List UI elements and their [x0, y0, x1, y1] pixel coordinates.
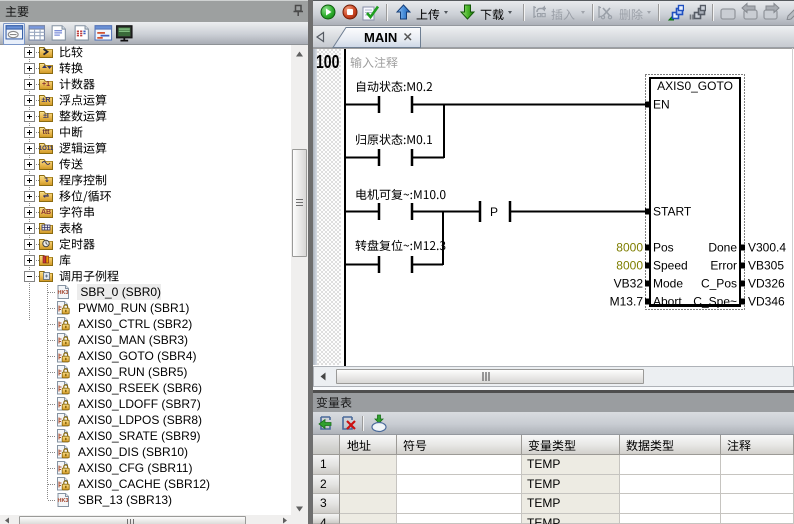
svg-text:ttt: ttt: [43, 129, 51, 136]
svg-text:8000: 8000: [616, 259, 643, 273]
svg-text:Error: Error: [710, 259, 737, 273]
svg-text:⇌: ⇌: [43, 192, 49, 200]
svg-text:M13.7: M13.7: [610, 295, 644, 309]
svg-text:VD346: VD346: [748, 295, 785, 309]
svg-text:START: START: [653, 205, 692, 219]
svg-text:+1: +1: [42, 81, 50, 88]
svg-text:Speed: Speed: [653, 259, 688, 273]
svg-text:HK3: HK3: [57, 498, 68, 504]
svg-text:HK3: HK3: [57, 290, 68, 296]
svg-text:1O11: 1O11: [39, 146, 54, 152]
svg-text:AB: AB: [41, 209, 51, 216]
svg-text:±R: ±R: [42, 97, 51, 104]
svg-text:Done: Done: [708, 241, 737, 255]
svg-text:Pos: Pos: [653, 241, 674, 255]
svg-text:±I: ±I: [43, 113, 49, 120]
svg-text:C_Pos: C_Pos: [701, 277, 737, 291]
svg-text:8000: 8000: [616, 241, 643, 255]
svg-text:↴: ↴: [43, 177, 49, 184]
svg-text:V300.4: V300.4: [748, 241, 786, 255]
svg-text:MAIN: MAIN: [364, 30, 397, 45]
svg-text:P: P: [490, 205, 498, 219]
svg-text:C_Spe~: C_Spe~: [693, 295, 737, 309]
svg-text:EN: EN: [653, 98, 670, 112]
svg-text:AXIS0_GOTO: AXIS0_GOTO: [657, 79, 733, 93]
svg-text:Abort: Abort: [653, 295, 682, 309]
svg-text:Mode: Mode: [653, 277, 683, 291]
svg-text:VB305: VB305: [748, 259, 784, 273]
svg-text:VD326: VD326: [748, 277, 785, 291]
svg-text:VB32: VB32: [614, 277, 644, 291]
